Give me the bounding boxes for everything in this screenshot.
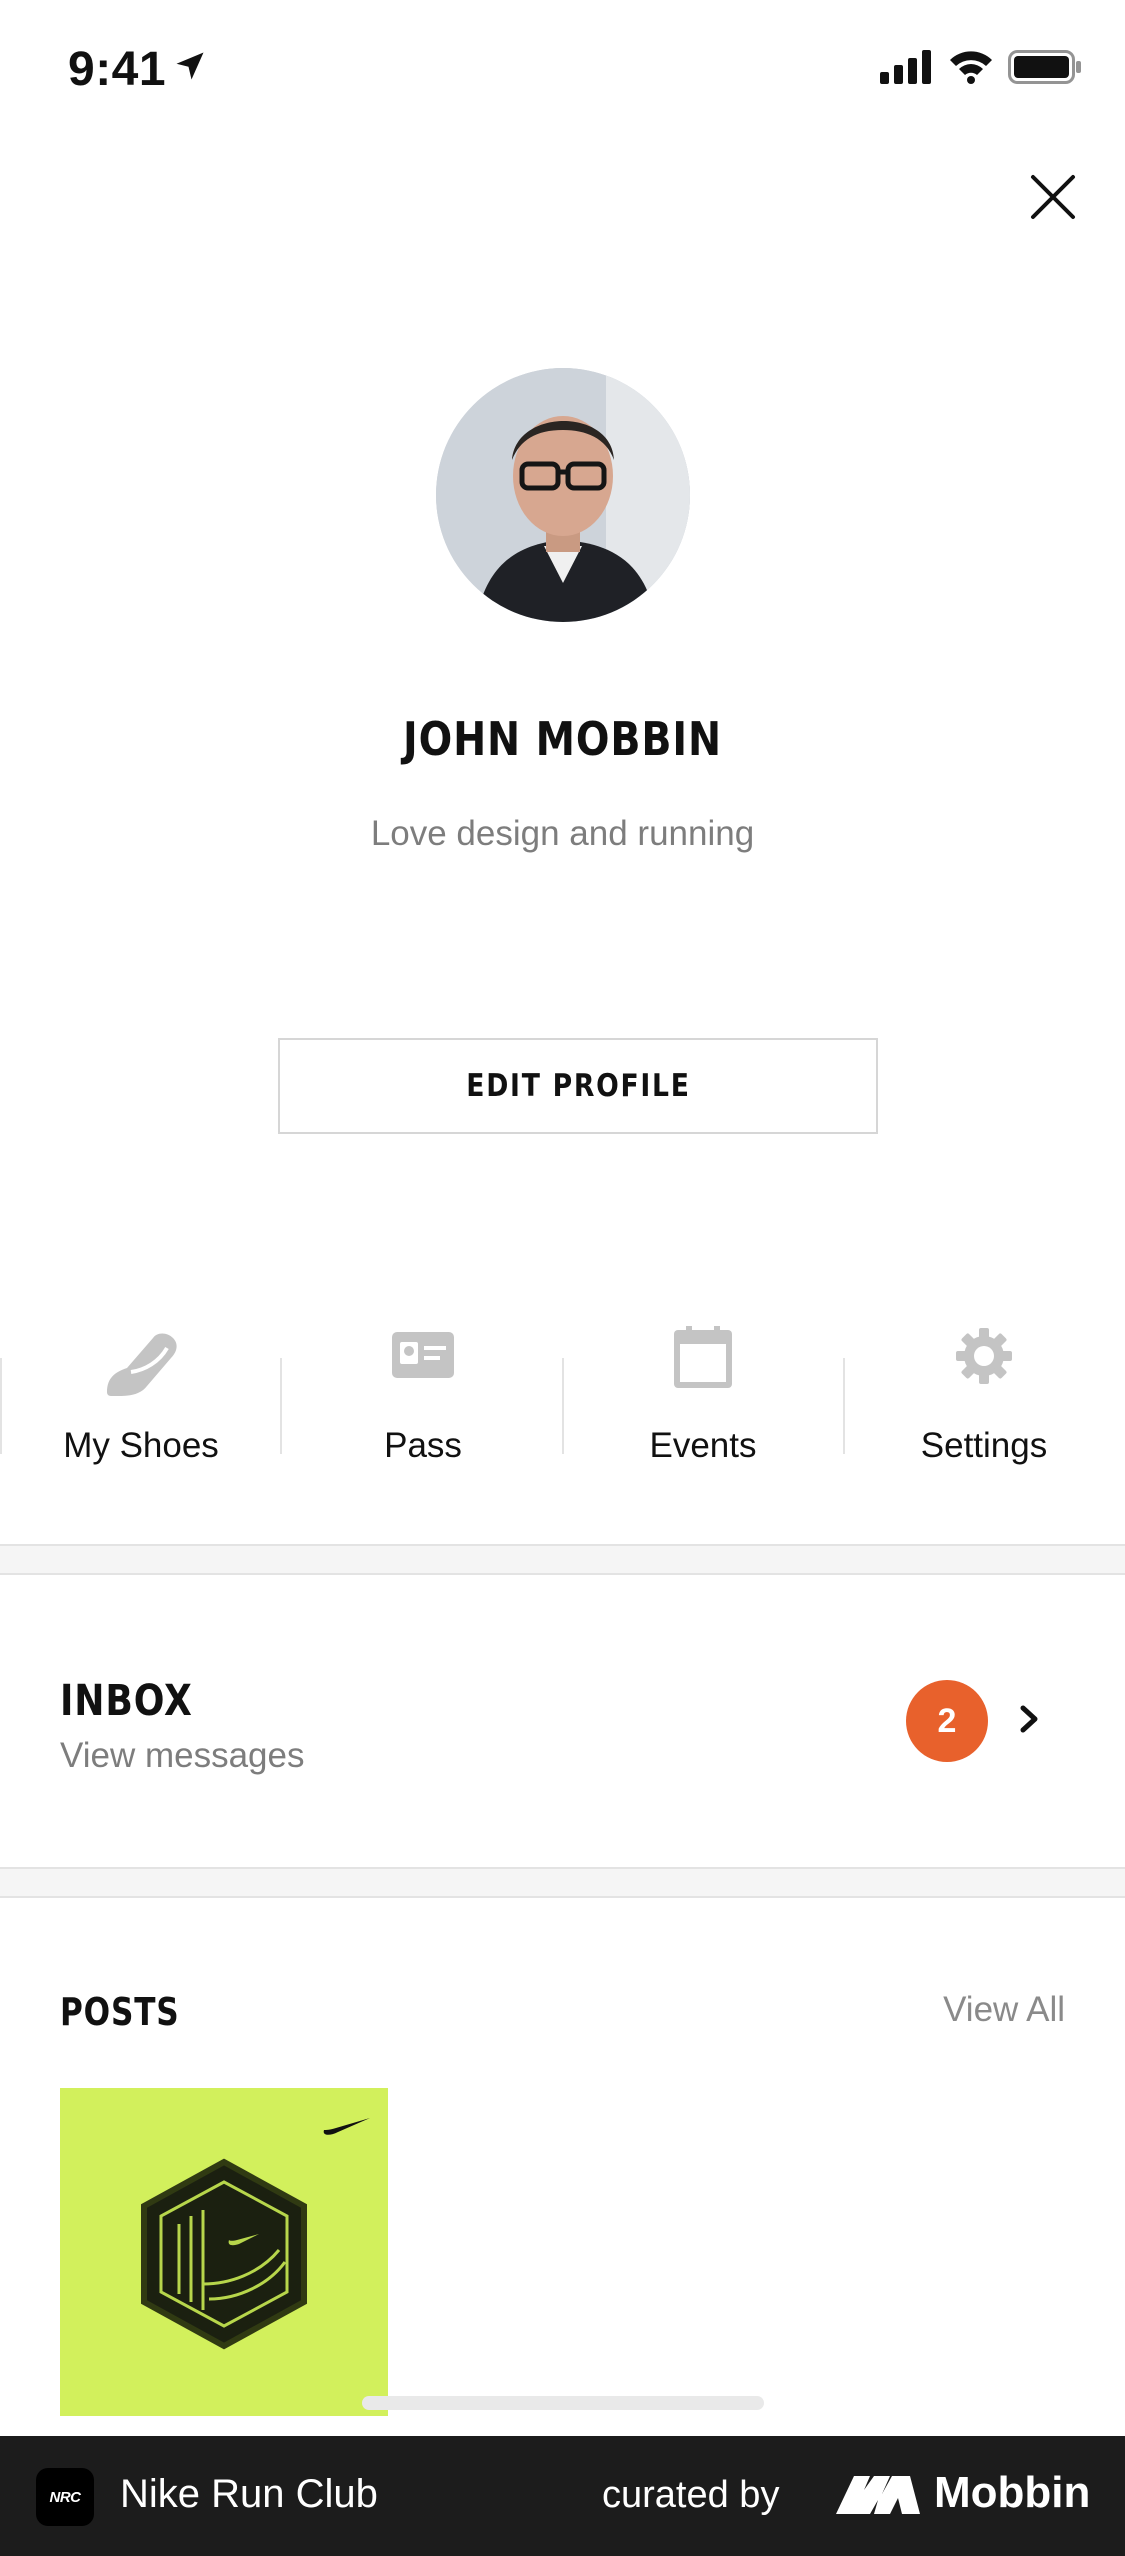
badge-hexagon-icon	[141, 2158, 307, 2350]
id-card-icon	[392, 1332, 454, 1378]
shortcut-label: Events	[649, 1426, 757, 1465]
shortcut-label: Pass	[384, 1426, 462, 1465]
close-button[interactable]	[1022, 166, 1084, 228]
status-time: 9:41	[68, 43, 167, 96]
app-name: Nike Run Club	[120, 2472, 378, 2516]
profile-name: JOHN MOBBIN	[403, 712, 722, 766]
profile-bio: Love design and running	[370, 814, 755, 853]
shortcut-label: My Shoes	[63, 1426, 219, 1465]
shortcut-settings[interactable]: Settings	[843, 1310, 1125, 1490]
avatar	[436, 368, 690, 622]
curated-by-label: curated by	[602, 2474, 780, 2516]
battery-icon	[1008, 50, 1081, 84]
shortcut-my-shoes[interactable]: My Shoes	[0, 1310, 282, 1490]
posts-title: POSTS	[60, 1990, 180, 2034]
location-arrow-icon	[176, 52, 204, 80]
inbox-title: INBOX	[60, 1676, 193, 1726]
horizontal-scrollbar[interactable]	[362, 2396, 764, 2410]
view-all-link[interactable]: View All	[943, 1990, 1065, 2030]
edit-profile-button[interactable]: EDIT PROFILE	[278, 1038, 878, 1134]
app-icon: NRC	[36, 2468, 94, 2526]
shortcut-pass[interactable]: Pass	[282, 1310, 564, 1490]
shoe-icon	[107, 1333, 177, 1396]
shortcut-row: My Shoes Pass Events Settings	[0, 1310, 1125, 1490]
chevron-right-icon	[1020, 1705, 1038, 1733]
footer-bar: NRC Nike Run Club curated by Mobbin	[0, 2436, 1125, 2556]
brand-name: Mobbin	[934, 2468, 1091, 2517]
inbox-row[interactable]: INBOX View messages 2	[0, 1576, 1125, 1866]
cellular-signal-icon	[880, 50, 931, 84]
app-icon-text: NRC	[49, 2488, 82, 2506]
status-bar: 9:41	[0, 0, 1125, 140]
calendar-icon	[674, 1326, 732, 1388]
nike-swoosh-icon	[323, 2118, 370, 2135]
wifi-icon	[950, 51, 992, 84]
shortcut-events[interactable]: Events	[562, 1310, 844, 1490]
close-icon	[1031, 175, 1075, 219]
shortcut-label: Settings	[920, 1426, 1048, 1465]
post-thumbnail[interactable]	[60, 2088, 388, 2416]
inbox-subtitle: View messages	[60, 1736, 305, 1775]
section-divider	[0, 1867, 1125, 1898]
mobbin-logo-icon	[836, 2476, 920, 2514]
unread-badge: 2	[906, 1680, 988, 1762]
gear-icon	[956, 1328, 1012, 1384]
edit-profile-label: EDIT PROFILE	[465, 1068, 691, 1104]
avatar-photo	[436, 368, 690, 622]
section-divider	[0, 1544, 1125, 1575]
